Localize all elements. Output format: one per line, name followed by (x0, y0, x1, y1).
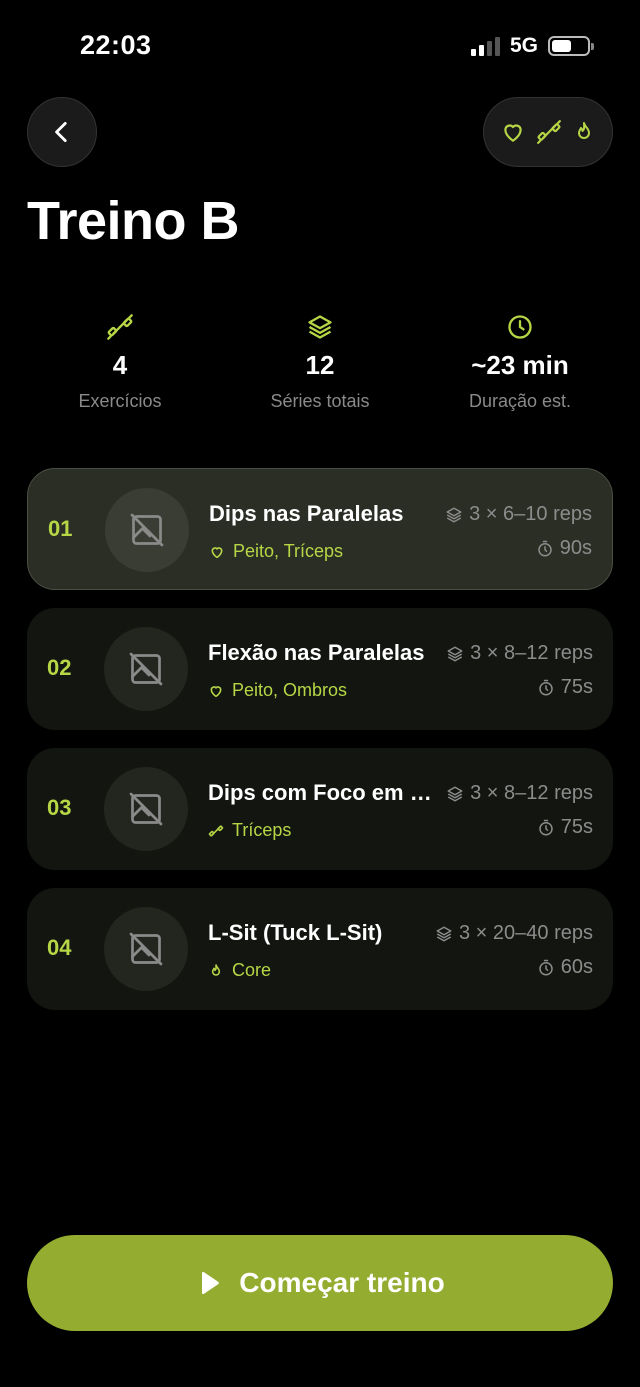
exercise-rest: 75s (537, 676, 593, 699)
stat-label: Séries totais (270, 391, 370, 411)
layers-icon (436, 926, 452, 941)
exercise-name: Dips com Foco em Tríceps (208, 780, 433, 805)
muscle-tags-pill[interactable] (483, 97, 613, 167)
exercise-sets-label: 3 × 8–12 reps (470, 782, 593, 804)
heart-icon (211, 546, 223, 558)
exercise-thumbnail (105, 488, 189, 572)
exercise-name: L-Sit (Tuck L-Sit) (208, 920, 383, 945)
flame-icon (211, 963, 221, 976)
no-image-icon (129, 932, 163, 966)
exercise-thumbnail (104, 627, 188, 711)
no-image-icon (129, 652, 163, 686)
exercise-sets-label: 3 × 20–40 reps (459, 922, 593, 944)
dumbbell-icon (208, 824, 224, 837)
stat-value: ~23 min (471, 350, 569, 380)
exercise-sets: 3 × 6–10 reps (445, 503, 592, 526)
stat-total-sets: 12 Séries totais (220, 312, 420, 412)
exercise-rest-label: 60s (560, 956, 593, 978)
stat-value: 4 (112, 350, 128, 380)
exercise-rest: 75s (537, 816, 593, 839)
timer-icon (539, 679, 553, 695)
exercise-rest: 90s (536, 537, 592, 560)
stat-value: 12 (305, 350, 335, 380)
exercise-sets: 3 × 20–40 reps (435, 922, 593, 945)
exercise-rest-label: 75s (560, 816, 593, 838)
no-image-icon (130, 513, 164, 547)
exercise-list: 01 Dips nas Paralelas Peito, Tríceps 3 ×… (27, 468, 613, 1028)
exercise-card[interactable]: 03 Dips com Foco em Tríceps Tríceps 3 × … (27, 748, 613, 870)
exercise-rest-label: 75s (560, 676, 593, 698)
exercise-muscles: Tríceps (208, 820, 291, 841)
start-workout-button[interactable]: Começar treino (27, 1235, 613, 1331)
layers-icon (447, 786, 463, 801)
battery-icon (548, 36, 594, 56)
exercise-card[interactable]: 02 Flexão nas Paralelas Peito, Ombros 3 … (27, 608, 613, 730)
page-title: Treino B (27, 191, 240, 251)
workout-detail-screen: 22:03 5G Treino B 4 Exercícios 12 Séries… (0, 0, 640, 1387)
exercise-card[interactable]: 01 Dips nas Paralelas Peito, Tríceps 3 ×… (27, 468, 613, 590)
timer-icon (539, 959, 553, 975)
status-bar: 22:03 5G (0, 0, 640, 90)
exercise-muscles: Peito, Tríceps (209, 541, 343, 562)
exercise-muscles-label: Tríceps (232, 820, 292, 840)
exercise-muscles-label: Peito, Ombros (232, 680, 348, 700)
timer-icon (539, 819, 553, 835)
stat-label: Exercícios (78, 391, 162, 411)
exercise-rest: 60s (537, 956, 593, 979)
timer-icon (538, 540, 552, 556)
dumbbell-icon (537, 120, 561, 144)
stat-exercises: 4 Exercícios (20, 312, 220, 412)
signal-icon (470, 36, 500, 56)
back-button[interactable] (27, 97, 97, 167)
exercise-sets: 3 × 8–12 reps (446, 782, 593, 805)
exercise-number: 03 (47, 795, 72, 820)
exercise-number: 04 (47, 935, 72, 960)
workout-stats: 4 Exercícios 12 Séries totais ~23 min Du… (20, 312, 620, 412)
exercise-sets-label: 3 × 8–12 reps (470, 642, 593, 664)
heart-icon (210, 685, 222, 697)
exercise-name: Flexão nas Paralelas (208, 640, 425, 665)
layers-icon (308, 315, 332, 339)
chevron-left-icon (55, 121, 67, 143)
exercise-muscles-label: Core (232, 960, 272, 980)
exercise-number: 02 (47, 655, 72, 680)
heart-icon (504, 124, 522, 142)
status-time: 22:03 (80, 30, 152, 60)
start-workout-label: Começar treino (239, 1267, 445, 1298)
exercise-number: 01 (48, 516, 73, 541)
network-label: 5G (509, 34, 538, 57)
exercise-name: Dips nas Paralelas (209, 501, 404, 526)
exercise-sets-label: 3 × 6–10 reps (469, 503, 592, 525)
exercise-thumbnail (104, 907, 188, 991)
exercise-sets: 3 × 8–12 reps (446, 642, 593, 665)
layers-icon (447, 646, 463, 661)
no-image-icon (129, 792, 163, 826)
stat-label: Duração est. (468, 391, 572, 411)
exercise-card[interactable]: 04 L-Sit (Tuck L-Sit) Core 3 × 20–40 rep… (27, 888, 613, 1010)
exercise-muscles-label: Peito, Tríceps (233, 541, 344, 561)
flame-icon (578, 122, 590, 139)
layers-icon (446, 507, 462, 522)
status-indicators: 5G (470, 34, 594, 58)
clock-icon (508, 315, 532, 339)
exercise-muscles: Peito, Ombros (208, 680, 347, 701)
exercise-thumbnail (104, 767, 188, 851)
stat-duration: ~23 min Duração est. (420, 312, 620, 412)
exercise-rest-label: 90s (559, 537, 592, 559)
exercise-muscles: Core (208, 960, 271, 981)
dumbbell-icon (107, 314, 133, 340)
play-icon (202, 1271, 220, 1295)
